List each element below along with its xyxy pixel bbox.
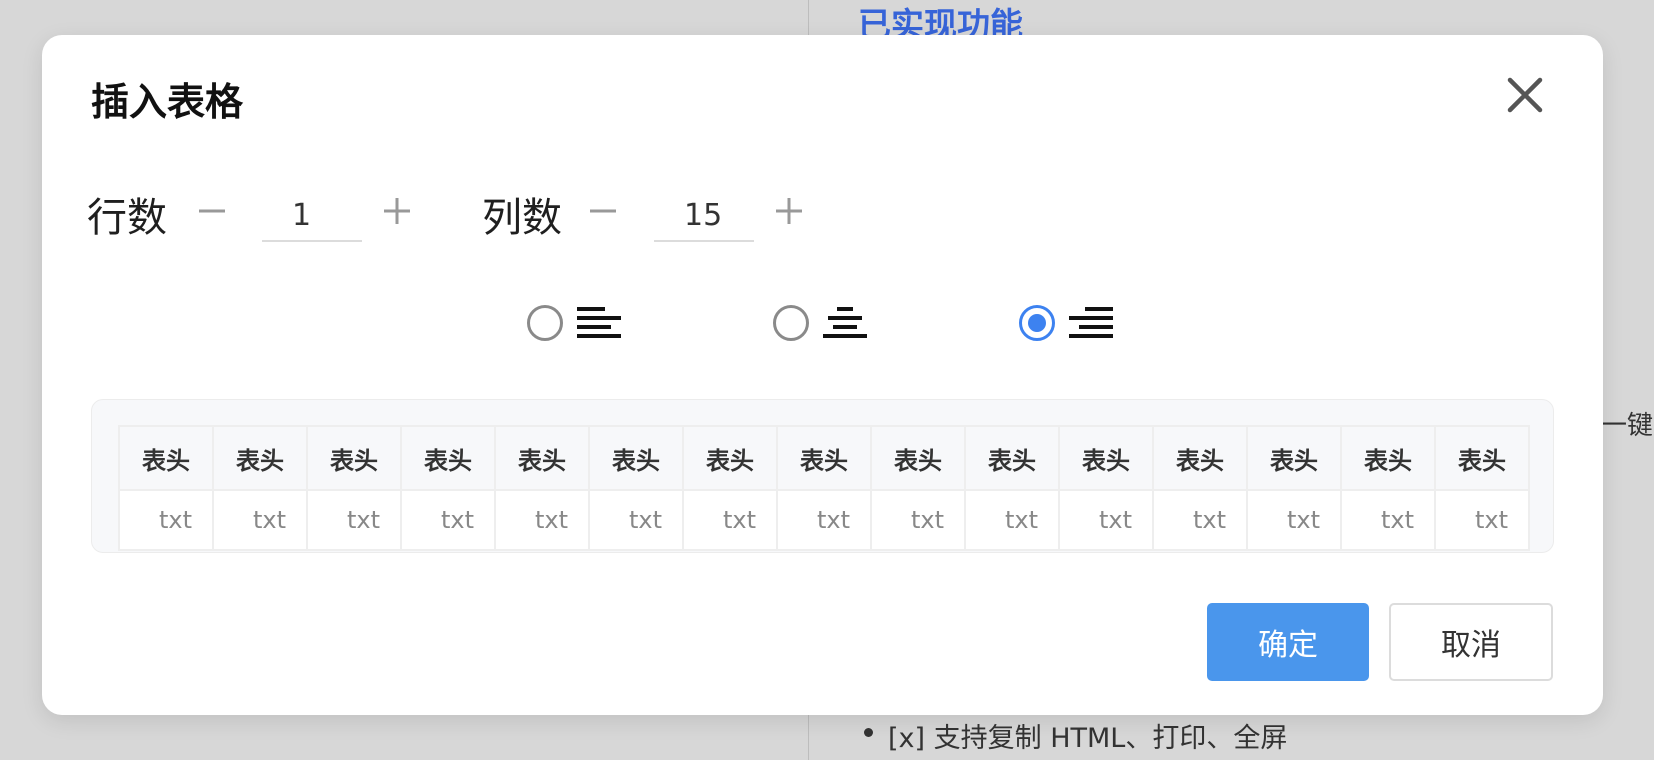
preview-body-cell: txt [1246,489,1342,551]
cols-label: 列数 [482,195,562,241]
preview-header-cell: 表头 [588,425,684,491]
preview-header-cell: 表头 [776,425,872,491]
preview-header-cell: 表头 [400,425,496,491]
preview-body-cell: txt [682,489,778,551]
radio-selected-dot [1028,314,1046,332]
preview-header-cell: 表头 [118,425,214,491]
page-side-text: 一键 [1601,411,1654,441]
preview-body-cell: txt [1340,489,1436,551]
preview-header-cell: 表头 [1152,425,1248,491]
rows-increment-button[interactable] [377,191,417,231]
preview-body-row: txt txt txt txt txt txt txt txt txt txt txt txt txt t… [118,489,1530,551]
preview-body-cell: txt [870,489,966,551]
preview-header-cell: 表头 [494,425,590,491]
preview-header-cell: 表头 [682,425,778,491]
preview-body-cell: txt [1058,489,1154,551]
preview-body-cell: txt [776,489,872,551]
minus-icon [590,209,616,213]
preview-header-cell: 表头 [1434,425,1530,491]
preview-body-cell: txt [118,489,214,551]
preview-body-cell: txt [588,489,684,551]
preview-body-cell: txt [964,489,1060,551]
close-icon[interactable] [1506,76,1544,114]
insert-table-dialog: 插入表格 行数 列数 [42,35,1603,715]
table-preview: 表头 表头 表头 表头 表头 表头 表头 表头 表头 表头 表头 表头 表头 表头 表头 txt txt txt… [91,399,1554,553]
preview-body-cell: txt [306,489,402,551]
rows-label: 行数 [87,195,167,241]
align-right-icon [1068,303,1114,343]
preview-body-cell: txt [494,489,590,551]
align-center-icon [822,303,868,343]
preview-header-cell: 表头 [212,425,308,491]
minus-icon [199,209,225,213]
preview-header-cell: 表头 [306,425,402,491]
align-center-radio[interactable] [773,305,809,341]
rows-decrement-button[interactable] [192,191,232,231]
align-left-icon [576,303,622,343]
preview-table: 表头 表头 表头 表头 表头 表头 表头 表头 表头 表头 表头 表头 表头 表头 表头 txt txt txt… [118,425,1530,551]
page-list-item-text: [x] 支持复制 HTML、打印、全屏 [888,723,1288,754]
align-left-radio[interactable] [527,305,563,341]
page-list-item: [x] 支持复制 HTML、打印、全屏 [864,716,1288,755]
plus-icon [776,198,802,224]
align-right-radio[interactable] [1019,305,1055,341]
preview-body-cell: txt [212,489,308,551]
preview-header-cell: 表头 [1246,425,1342,491]
plus-icon [384,198,410,224]
preview-header-row: 表头 表头 表头 表头 表头 表头 表头 表头 表头 表头 表头 表头 表头 表头 表头 [118,425,1530,491]
cols-input[interactable] [654,190,754,242]
preview-header-cell: 表头 [870,425,966,491]
rows-input[interactable] [262,190,362,242]
preview-body-cell: txt [1152,489,1248,551]
confirm-button[interactable]: 确定 [1207,603,1369,681]
preview-header-cell: 表头 [1340,425,1436,491]
preview-header-cell: 表头 [1058,425,1154,491]
bullet-icon [864,728,873,737]
cols-increment-button[interactable] [769,191,809,231]
preview-body-cell: txt [400,489,496,551]
dialog-title: 插入表格 [91,80,244,124]
cancel-button[interactable]: 取消 [1389,603,1553,681]
cols-decrement-button[interactable] [583,191,623,231]
preview-header-cell: 表头 [964,425,1060,491]
preview-body-cell: txt [1434,489,1530,551]
